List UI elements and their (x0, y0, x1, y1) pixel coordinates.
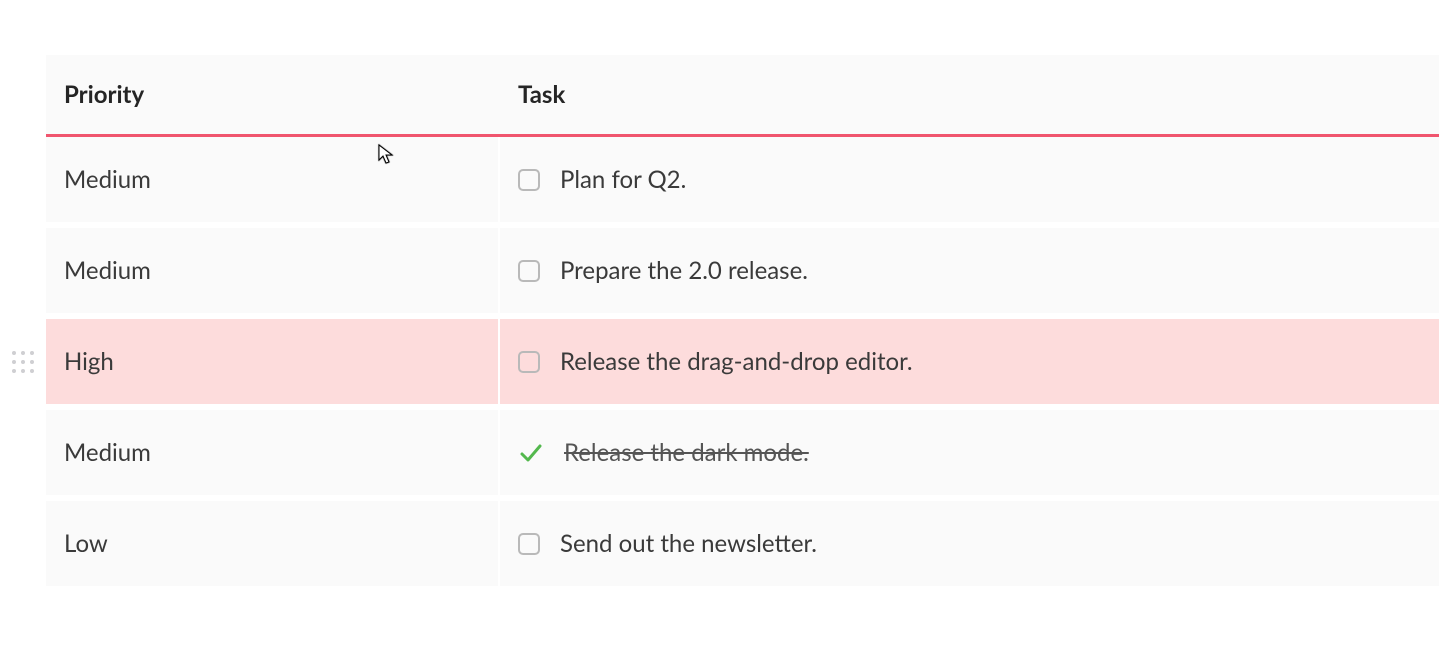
priority-cell[interactable]: Medium (46, 228, 500, 313)
checkbox[interactable] (518, 169, 540, 191)
task-text: Prepare the 2.0 release. (560, 256, 808, 285)
table-row[interactable]: Low Send out the newsletter. (46, 501, 1439, 592)
checkbox[interactable] (518, 533, 540, 555)
tasks-table: Priority Task MediumPlan for Q2.MediumPr… (46, 55, 1439, 592)
table-row[interactable]: Medium Plan for Q2. (46, 137, 1439, 228)
task-cell[interactable]: Release the drag-and-drop editor. (500, 319, 1439, 404)
task-text: Release the drag-and-drop editor. (560, 347, 913, 376)
checkbox[interactable] (518, 351, 540, 373)
check-icon[interactable] (518, 440, 544, 466)
priority-cell[interactable]: Medium (46, 137, 500, 222)
priority-cell[interactable]: High (46, 319, 500, 404)
task-cell[interactable]: Release the dark mode. (500, 410, 1439, 495)
table-body: Medium Plan for Q2. Medium Prepare the 2.0 … (46, 137, 1439, 592)
task-cell[interactable]: Prepare the 2.0 release. (500, 228, 1439, 313)
column-header-task[interactable]: Task (500, 55, 1439, 134)
task-text: Send out the newsletter. (560, 529, 817, 558)
task-text: Plan for Q2. (560, 165, 686, 194)
drag-handle-icon[interactable] (10, 349, 36, 375)
priority-cell[interactable]: Low (46, 501, 500, 586)
task-text: Release the dark mode. (564, 438, 809, 467)
priority-cell[interactable]: Medium (46, 410, 500, 495)
table-row[interactable]: High Release the drag-and-drop editor. (46, 319, 1439, 410)
task-cell[interactable]: Plan for Q2. (500, 137, 1439, 222)
task-cell[interactable]: Send out the newsletter. (500, 501, 1439, 586)
column-header-priority[interactable]: Priority (46, 55, 500, 134)
checkbox[interactable] (518, 260, 540, 282)
table-row[interactable]: Medium Prepare the 2.0 release. (46, 228, 1439, 319)
table-row[interactable]: Medium Release the dark mode. (46, 410, 1439, 501)
table-header-row: Priority Task (46, 55, 1439, 137)
